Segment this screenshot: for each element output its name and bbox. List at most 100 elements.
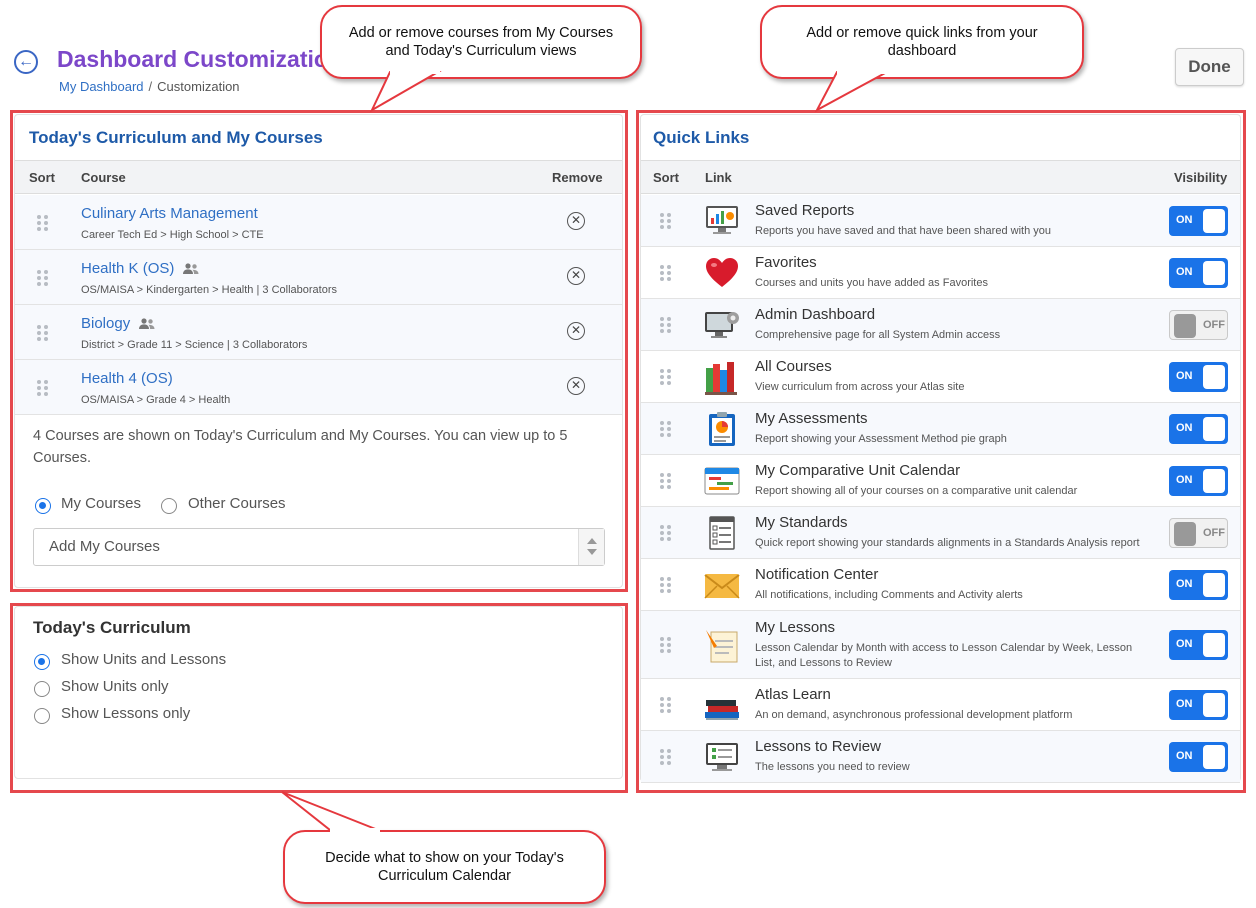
- toggle-state-label: OFF: [1203, 527, 1225, 539]
- quick-link-name[interactable]: My Comparative Unit Calendar: [755, 462, 960, 479]
- radio-other-courses[interactable]: [161, 498, 177, 514]
- drag-handle-icon[interactable]: [660, 473, 671, 489]
- visibility-toggle[interactable]: ON: [1169, 258, 1228, 288]
- course-name-link[interactable]: Health 4 (OS): [81, 370, 173, 387]
- course-name-link[interactable]: Health K (OS): [81, 260, 200, 277]
- visibility-toggle[interactable]: ON: [1169, 206, 1228, 236]
- toggle-knob: [1203, 633, 1225, 657]
- quick-links-title: Quick Links: [653, 128, 750, 147]
- quick-link-row: Atlas Learn An on demand, asynchronous pr…: [641, 679, 1240, 731]
- visibility-toggle[interactable]: ON: [1169, 690, 1228, 720]
- callout-courses-tail: [369, 70, 442, 113]
- drag-handle-icon[interactable]: [660, 213, 671, 229]
- toggle-state-label: ON: [1176, 214, 1193, 226]
- checklist-icon: [703, 514, 741, 552]
- visibility-toggle[interactable]: ON: [1169, 362, 1228, 392]
- visibility-toggle[interactable]: OFF: [1169, 518, 1228, 548]
- breadcrumb-home-link[interactable]: My Dashboard: [59, 79, 144, 94]
- drag-handle-icon[interactable]: [660, 577, 671, 593]
- col-course: Course: [81, 170, 126, 185]
- course-name-link[interactable]: Culinary Arts Management: [81, 205, 258, 222]
- quick-link-description: Lesson Calendar by Month with access to …: [755, 642, 1133, 669]
- quick-link-description: All notifications, including Comments an…: [755, 589, 1023, 601]
- quick-link-name[interactable]: Atlas Learn: [755, 686, 831, 703]
- quick-link-name[interactable]: Admin Dashboard: [755, 306, 875, 323]
- drag-handle-icon[interactable]: [660, 265, 671, 281]
- visibility-toggle[interactable]: ON: [1169, 570, 1228, 600]
- course-row: Health K (OS) OS/MAISA > Kindergarten > H…: [15, 250, 622, 305]
- toggle-state-label: ON: [1176, 578, 1193, 590]
- col-remove: Remove: [552, 170, 603, 185]
- quick-link-row: Favorites Courses and units you have adde…: [641, 247, 1240, 299]
- drag-handle-icon[interactable]: [660, 525, 671, 541]
- remove-course-icon[interactable]: ✕: [567, 212, 585, 230]
- drag-handle-icon[interactable]: [660, 637, 671, 653]
- quick-link-row: My Comparative Unit Calendar Report showi…: [641, 455, 1240, 507]
- courses-card: Today's Curriculum and My Courses Sort C…: [14, 114, 623, 588]
- add-courses-select[interactable]: Add My Courses: [33, 528, 605, 566]
- toggle-knob: [1174, 314, 1196, 338]
- drag-handle-icon[interactable]: [37, 325, 48, 341]
- drag-handle-icon[interactable]: [660, 369, 671, 385]
- quick-link-name[interactable]: Saved Reports: [755, 202, 854, 219]
- drag-handle-icon[interactable]: [37, 270, 48, 286]
- drag-handle-icon[interactable]: [37, 380, 48, 396]
- tc-option-radio[interactable]: [34, 681, 50, 697]
- quick-link-name[interactable]: Favorites: [755, 254, 817, 271]
- course-row: Health 4 (OS) OS/MAISA > Grade 4 > Health…: [15, 360, 622, 415]
- course-path: District > Grade 11 > Science | 3 Collab…: [81, 339, 308, 351]
- quick-link-description: The lessons you need to review: [755, 761, 910, 773]
- visibility-toggle[interactable]: ON: [1169, 742, 1228, 772]
- remove-course-icon[interactable]: ✕: [567, 267, 585, 285]
- toggle-knob: [1203, 261, 1225, 285]
- drag-handle-icon[interactable]: [37, 215, 48, 231]
- admin-monitor-icon: [703, 306, 741, 344]
- remove-course-icon[interactable]: ✕: [567, 377, 585, 395]
- visibility-toggle[interactable]: ON: [1169, 466, 1228, 496]
- courses-table-header: Sort Course Remove: [15, 160, 622, 194]
- quick-link-name[interactable]: All Courses: [755, 358, 832, 375]
- callout-quick-links-tail: [814, 70, 889, 113]
- quick-link-name[interactable]: My Assessments: [755, 410, 868, 427]
- drag-handle-icon[interactable]: [660, 317, 671, 333]
- books-icon: [703, 358, 741, 396]
- quick-link-row: My Assessments Report showing your Assess…: [641, 403, 1240, 455]
- tc-option-radio[interactable]: [34, 708, 50, 724]
- course-path: OS/MAISA > Grade 4 > Health: [81, 394, 231, 406]
- callout-calendar: Decide what to show on your Today's Curr…: [283, 830, 606, 904]
- course-row: Biology District > Grade 11 > Science | 3…: [15, 305, 622, 360]
- tc-option-radio[interactable]: [34, 654, 50, 670]
- drag-handle-icon[interactable]: [660, 421, 671, 437]
- visibility-toggle[interactable]: ON: [1169, 414, 1228, 444]
- visibility-toggle[interactable]: ON: [1169, 630, 1228, 660]
- quick-link-row: Saved Reports Reports you have saved and …: [641, 195, 1240, 247]
- remove-course-icon[interactable]: ✕: [567, 322, 585, 340]
- drag-handle-icon[interactable]: [660, 749, 671, 765]
- envelope-icon: [703, 566, 741, 604]
- visibility-toggle[interactable]: OFF: [1169, 310, 1228, 340]
- col-ql-link: Link: [705, 170, 732, 185]
- add-courses-select-value: Add My Courses: [49, 538, 160, 555]
- todays-curriculum-title: Today's Curriculum: [33, 618, 191, 637]
- drag-handle-icon[interactable]: [660, 697, 671, 713]
- quick-link-row: Admin Dashboard Comprehensive page for al…: [641, 299, 1240, 351]
- quick-link-name[interactable]: Notification Center: [755, 566, 878, 583]
- back-arrow-icon[interactable]: ←: [14, 50, 38, 74]
- course-name-link[interactable]: Biology: [81, 315, 156, 332]
- radio-other-courses-label: Other Courses: [188, 495, 286, 512]
- toggle-state-label: ON: [1176, 370, 1193, 382]
- breadcrumb-current: Customization: [157, 79, 240, 94]
- assessment-clipboard-icon: [703, 410, 741, 448]
- radio-my-courses[interactable]: [35, 498, 51, 514]
- heart-icon: [703, 254, 741, 292]
- collaborators-icon: [139, 318, 155, 330]
- courses-card-title: Today's Curriculum and My Courses: [29, 128, 323, 147]
- toggle-state-label: ON: [1176, 266, 1193, 278]
- quick-links-card: Quick Links Sort Link Visibility Saved R…: [640, 114, 1241, 783]
- quick-link-name[interactable]: My Standards: [755, 514, 848, 531]
- quick-link-description: Report showing your Assessment Method pi…: [755, 433, 1007, 445]
- quick-link-name[interactable]: My Lessons: [755, 619, 835, 636]
- breadcrumb: My Dashboard / Customization: [59, 79, 240, 94]
- quick-link-name[interactable]: Lessons to Review: [755, 738, 881, 755]
- done-button[interactable]: Done: [1175, 48, 1244, 86]
